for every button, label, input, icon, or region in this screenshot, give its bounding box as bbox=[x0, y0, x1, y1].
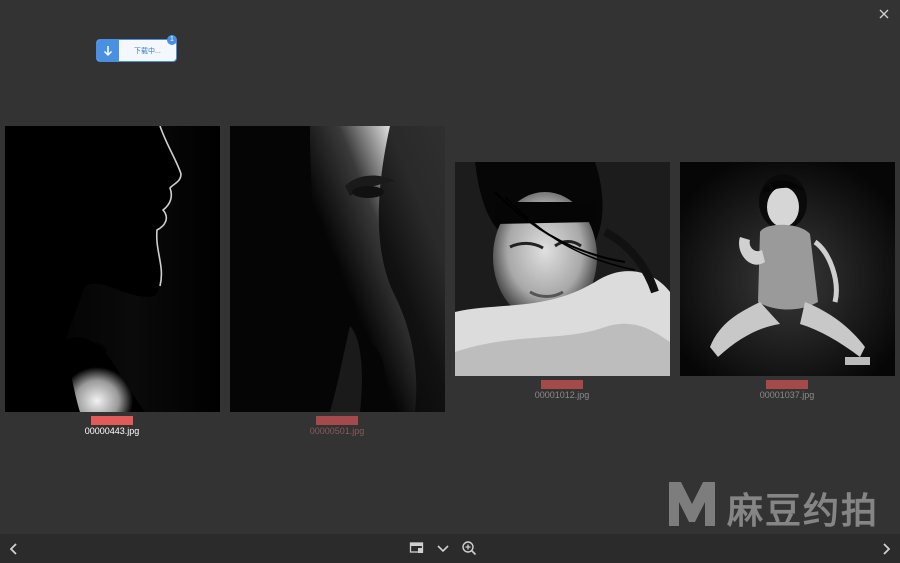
bottom-toolbar bbox=[0, 534, 900, 563]
zoom-in-button[interactable] bbox=[461, 540, 477, 556]
thumbnail-filename: 00001037.jpg bbox=[759, 390, 815, 400]
photo-image bbox=[455, 162, 670, 376]
selection-bar bbox=[316, 416, 358, 425]
gallery-view-button[interactable] bbox=[409, 540, 425, 556]
download-status-text: 下载中... bbox=[134, 47, 161, 55]
watermark-m-logo bbox=[669, 482, 715, 526]
watermark-brand-cn: 麻豆约拍 bbox=[727, 491, 880, 532]
selection-bar bbox=[91, 416, 133, 425]
download-count-badge: 1 bbox=[167, 35, 177, 45]
selection-bar bbox=[766, 380, 808, 389]
photo-image bbox=[5, 126, 220, 412]
thumbnail-filename: 00001012.jpg bbox=[534, 390, 590, 400]
gallery-view-icon bbox=[409, 542, 424, 553]
prev-button[interactable] bbox=[6, 541, 22, 557]
chevron-left-icon bbox=[9, 543, 17, 555]
photo-image bbox=[680, 162, 895, 376]
dropdown-button[interactable] bbox=[435, 540, 451, 556]
chevron-right-icon bbox=[883, 543, 891, 555]
photo-image bbox=[230, 126, 445, 412]
download-arrow-icon bbox=[97, 40, 119, 61]
close-button[interactable] bbox=[876, 6, 892, 22]
zoom-in-icon bbox=[462, 541, 477, 556]
download-status-pill[interactable]: 下载中... 1 bbox=[96, 35, 177, 62]
close-icon bbox=[879, 9, 889, 19]
next-button[interactable] bbox=[878, 541, 894, 557]
chevron-down-icon bbox=[437, 545, 449, 553]
thumbnail-filename: 00000501.jpg bbox=[309, 426, 365, 436]
selection-bar bbox=[541, 380, 583, 389]
thumbnail-filename: 00000443.jpg bbox=[84, 426, 140, 436]
